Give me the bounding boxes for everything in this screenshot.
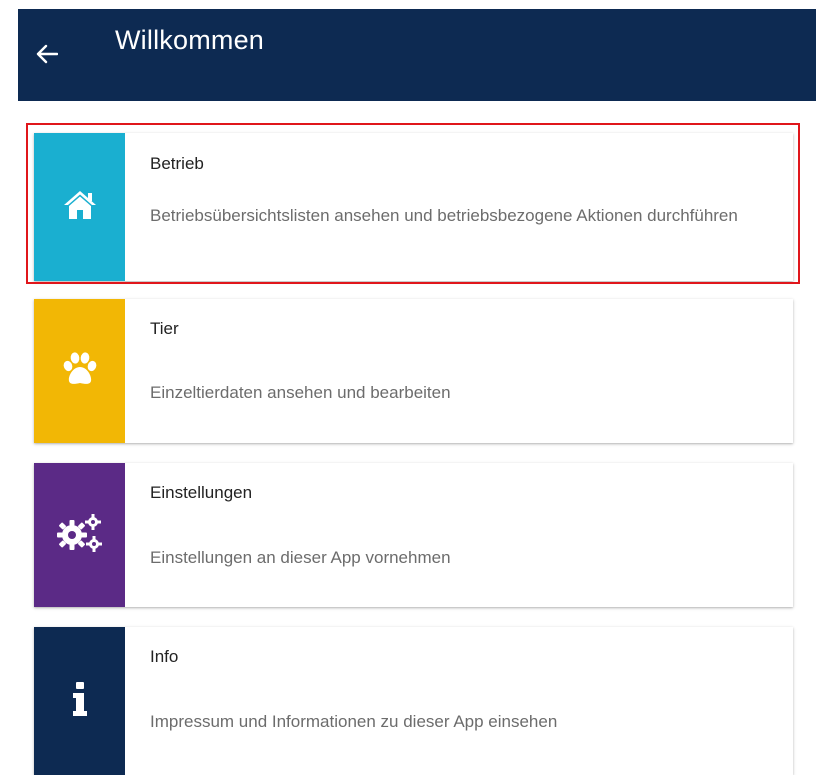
app-bar: Willkommen bbox=[18, 9, 816, 101]
back-button[interactable] bbox=[32, 41, 62, 71]
gears-icon bbox=[56, 513, 104, 558]
card-icon-tile bbox=[34, 463, 125, 607]
menu-card-betrieb[interactable]: Betrieb Betriebsübersichtslisten ansehen… bbox=[34, 133, 793, 281]
card-description: Betriebsübersichtslisten ansehen und bet… bbox=[150, 206, 738, 225]
card-title: Info bbox=[150, 647, 179, 666]
menu-card-tier[interactable]: Tier Einzeltierdaten ansehen und bearbei… bbox=[34, 299, 793, 443]
arrow-left-icon bbox=[36, 44, 59, 69]
paw-icon bbox=[60, 351, 100, 392]
card-icon-tile bbox=[34, 299, 125, 443]
card-title: Einstellungen bbox=[150, 483, 253, 502]
menu-card-einstellungen[interactable]: Einstellungen Einstellungen an dieser Ap… bbox=[34, 463, 793, 607]
menu-card-info[interactable]: Info Impressum und Informationen zu dies… bbox=[34, 627, 793, 775]
card-icon-tile bbox=[34, 627, 125, 775]
card-description: Einzeltierdaten ansehen und bearbeiten bbox=[150, 383, 451, 402]
info-icon bbox=[70, 681, 90, 722]
card-title: Tier bbox=[150, 319, 179, 338]
card-description: Impressum und Informationen zu dieser Ap… bbox=[150, 712, 558, 731]
home-icon bbox=[62, 189, 98, 226]
card-icon-tile bbox=[34, 133, 125, 281]
page-title: Willkommen bbox=[115, 25, 265, 55]
card-description: Einstellungen an dieser App vornehmen bbox=[150, 548, 451, 567]
card-title: Betrieb bbox=[150, 154, 204, 173]
